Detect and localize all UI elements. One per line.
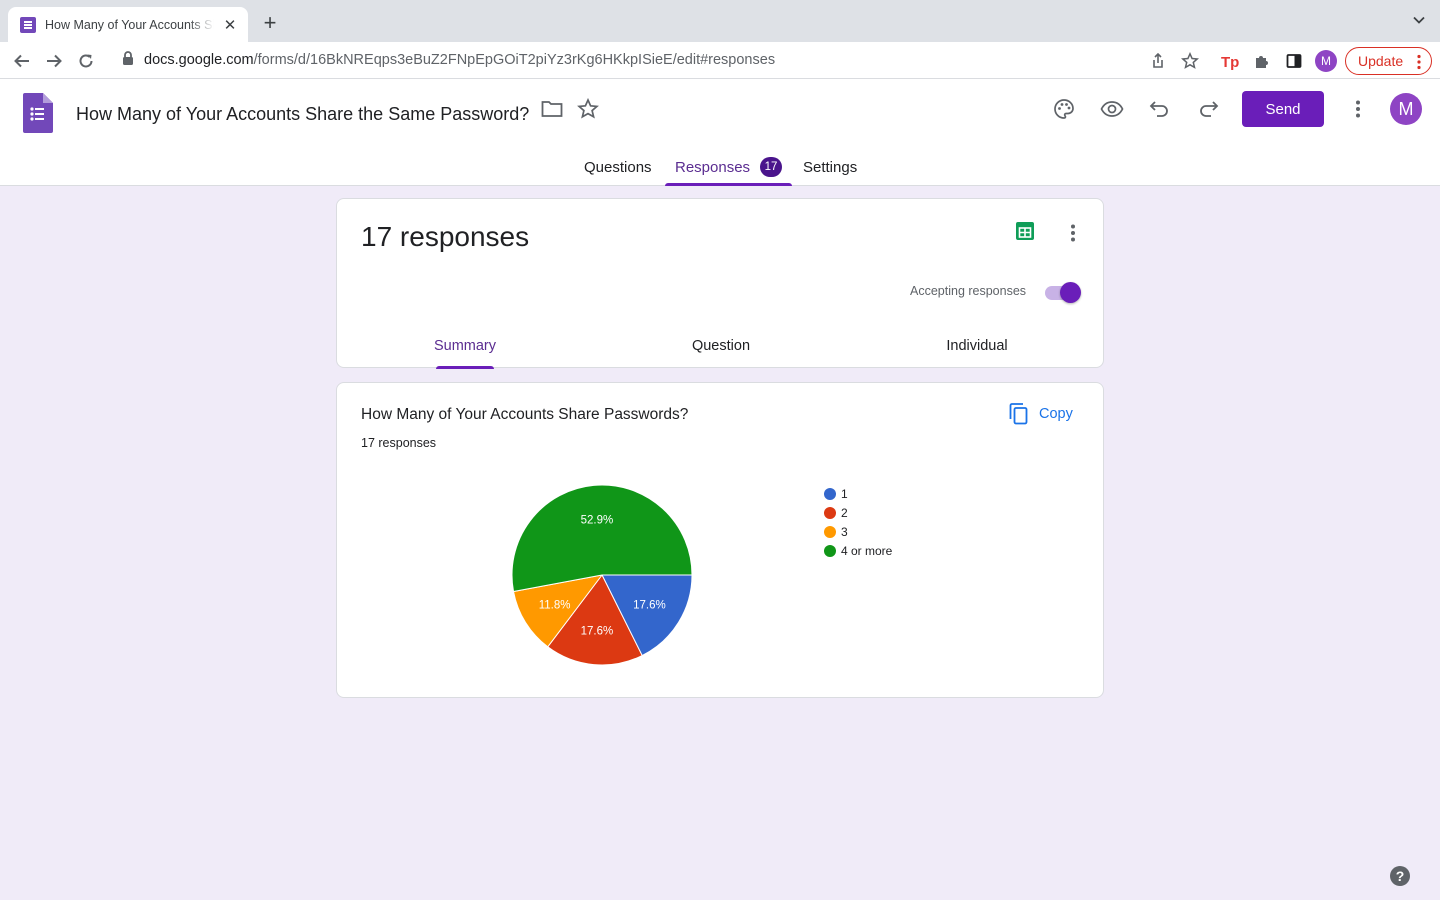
side-panel-icon[interactable] (1284, 51, 1304, 71)
svg-text:Tp: Tp (1221, 54, 1239, 71)
legend-label: 1 (841, 486, 848, 501)
legend-label: 4 or more (841, 543, 893, 558)
redo-icon[interactable] (1196, 97, 1220, 121)
legend-swatch (824, 487, 836, 500)
forward-arrow-icon[interactable] (43, 50, 65, 72)
pie-slice-label: 52.9% (581, 514, 614, 526)
copy-chart-button[interactable]: Copy (1009, 401, 1073, 427)
responses-summary-card: 17 responses Accepting responses Summary… (336, 198, 1105, 369)
lock-icon (122, 50, 134, 70)
forms-header: How Many of Your Accounts Share the Same… (0, 79, 1440, 186)
new-tab-button[interactable]: + (258, 11, 282, 35)
pie-chart: 17.6% 17.6% 11.8% 52.9% (511, 484, 693, 666)
link-to-sheets-icon[interactable] (1015, 221, 1035, 241)
responses-count-heading: 17 responses (361, 221, 530, 252)
url-text: docs.google.com/forms/d/16BkNREqps3eBuZ2… (144, 52, 775, 68)
tab-questions-label: Questions (584, 159, 652, 176)
active-tab-indicator (665, 183, 793, 186)
address-bar[interactable]: docs.google.com/forms/d/16BkNREqps3eBuZ2… (110, 45, 1210, 75)
url-path: /forms/d/16BkNREqps3eBuZ2FNpEpGOiT2piYz3… (253, 52, 776, 68)
tab-responses-label: Responses (675, 159, 751, 176)
tab-question-label: Question (691, 338, 751, 354)
tab-individual-label: Individual (946, 338, 1008, 354)
question-response-count: 17 responses (361, 436, 437, 450)
close-tab-icon[interactable]: ✕ (222, 16, 238, 34)
update-browser-button[interactable]: Update (1345, 47, 1432, 75)
tab-individual[interactable]: Individual (849, 338, 1105, 369)
legend-item[interactable]: 3 (824, 522, 892, 541)
copy-label: Copy (1039, 406, 1073, 422)
more-options-icon[interactable] (1346, 97, 1370, 121)
browser-menu-icon[interactable] (1417, 54, 1421, 73)
legend-item[interactable]: 4 or more (824, 541, 892, 560)
form-editor-tabs: Questions Responses 17 Settings (0, 145, 1440, 186)
responses-more-options-icon[interactable] (1061, 221, 1085, 245)
tab-settings[interactable]: Settings (803, 145, 857, 186)
copy-icon (1009, 403, 1028, 425)
legend-item[interactable]: 1 (824, 484, 892, 503)
chart-legend: 1 2 3 4 or more (824, 484, 892, 560)
pie-slice-label: 17.6% (633, 599, 666, 611)
google-forms-logo-icon[interactable] (23, 93, 53, 133)
tab-summary-label: Summary (433, 338, 497, 354)
url-domain: docs.google.com (144, 52, 254, 68)
bookmark-star-icon[interactable] (1180, 51, 1200, 71)
tp-extension-icon[interactable]: Tp (1220, 51, 1240, 71)
responses-count-badge: 17 (760, 157, 783, 177)
undo-icon[interactable] (1148, 97, 1172, 121)
customize-theme-palette-icon[interactable] (1052, 97, 1076, 121)
tab-settings-label: Settings (803, 159, 858, 176)
extensions-puzzle-icon[interactable] (1252, 51, 1272, 71)
accepting-responses-label: Accepting responses (910, 284, 1027, 298)
summary-tab-indicator (436, 366, 494, 369)
send-button[interactable]: Send (1242, 91, 1324, 127)
tab-questions[interactable]: Questions (584, 145, 652, 186)
browser-tab-title: How Many of Your Accounts Share the Same… (45, 17, 214, 32)
tab-responses[interactable]: Responses 17 (665, 145, 793, 186)
account-avatar[interactable]: M (1390, 93, 1422, 125)
google-forms-favicon-icon (20, 16, 36, 33)
legend-item[interactable]: 2 (824, 503, 892, 522)
legend-swatch (824, 544, 836, 557)
reload-icon[interactable] (75, 50, 97, 72)
share-icon[interactable] (1148, 51, 1168, 71)
browser-profile-avatar[interactable]: M (1315, 50, 1337, 72)
accepting-responses-toggle[interactable] (1043, 281, 1081, 303)
help-icon[interactable]: ? (1390, 866, 1410, 886)
pie-slice-label: 17.6% (581, 626, 614, 638)
legend-swatch (824, 525, 836, 538)
move-to-folder-icon[interactable] (540, 97, 564, 121)
tab-question[interactable]: Question (593, 338, 849, 369)
tab-search-chevron-icon[interactable] (1412, 13, 1426, 32)
toggle-knob (1060, 282, 1081, 303)
pie-slice-label: 11.8% (539, 599, 571, 611)
browser-tab-bar: How Many of Your Accounts Share the Same… (0, 0, 1440, 42)
question-title: How Many of Your Accounts Share Password… (361, 406, 689, 423)
tab-summary[interactable]: Summary (337, 338, 593, 369)
question-summary-card: How Many of Your Accounts Share Password… (336, 382, 1104, 698)
update-label: Update (1358, 53, 1404, 69)
legend-label: 2 (841, 505, 848, 520)
star-icon[interactable] (576, 97, 600, 121)
legend-swatch (824, 506, 836, 519)
back-arrow-icon[interactable] (11, 50, 33, 72)
browser-tab[interactable]: How Many of Your Accounts Share the Same… (8, 7, 248, 42)
legend-label: 3 (841, 524, 848, 539)
form-title[interactable]: How Many of Your Accounts Share the Same… (76, 104, 529, 125)
browser-toolbar: docs.google.com/forms/d/16BkNREqps3eBuZ2… (0, 42, 1440, 79)
preview-eye-icon[interactable] (1100, 97, 1124, 121)
